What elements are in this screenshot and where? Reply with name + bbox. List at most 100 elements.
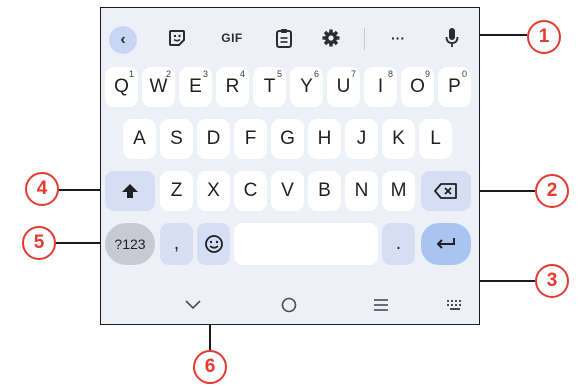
home-circle-icon [281,297,297,313]
key-q[interactable]: Q1 [105,67,138,107]
chevron-down-icon [185,300,201,310]
callout-3: 3 [535,264,569,298]
nav-keyboard-switch-button[interactable] [443,295,467,315]
key-hint: 2 [165,69,171,79]
voice-input-button[interactable] [439,25,465,51]
key-w[interactable]: W2 [142,67,175,107]
callout-6: 6 [193,350,227,384]
key-label: , [173,233,180,254]
key-b[interactable]: B [308,171,341,211]
key-label: V [281,180,294,201]
gear-icon [322,29,340,47]
key-hint: 9 [424,69,430,79]
key-hint: 8 [387,69,393,79]
key-r[interactable]: R4 [216,67,249,107]
key-c[interactable]: C [234,171,267,211]
backspace-key[interactable] [421,171,471,211]
symbols-key[interactable]: ?123 [105,223,155,265]
enter-key[interactable] [421,223,471,265]
key-label: B [318,180,331,201]
key-label: F [244,128,257,149]
key-label: W [149,76,168,97]
key-label: Y [300,76,313,97]
callout-number: 1 [538,26,550,47]
key-label: D [206,128,221,149]
more-button[interactable]: ··· [385,25,411,51]
key-x[interactable]: X [197,171,230,211]
key-z[interactable]: Z [160,171,193,211]
menu-icon [374,299,388,311]
callout-number: 6 [204,356,216,377]
key-label: R [225,76,240,97]
key-s[interactable]: S [160,119,193,159]
key-hint: 3 [202,69,208,79]
emoji-key[interactable] [197,223,230,265]
key-hint: 4 [239,69,245,79]
key-hint: 7 [350,69,356,79]
key-label: P [448,76,461,97]
emoji-icon [204,235,223,253]
key-label: A [133,128,146,149]
toolbar-back-button[interactable]: ‹ [109,26,137,54]
key-hint: 0 [461,69,467,79]
settings-button[interactable] [318,25,344,51]
callout-number: 3 [546,270,558,291]
key-m[interactable]: M [382,171,415,211]
key-label: O [410,76,425,97]
key-label: I [377,76,384,97]
sticker-icon [169,30,185,46]
key-o[interactable]: O9 [401,67,434,107]
keyboard-panel: ‹ GIF ··· Q 1 W 2 E 3 R 4 T 5 Y 6 U 7 I … [100,7,480,325]
key-h[interactable]: H [308,119,341,159]
key-a[interactable]: A [123,119,156,159]
key-g[interactable]: G [271,119,304,159]
key-hint: 1 [128,69,134,79]
comma-key[interactable]: , [160,223,193,265]
key-f[interactable]: F [234,119,267,159]
backspace-icon [434,183,457,199]
key-k[interactable]: K [382,119,415,159]
key-label: X [207,180,220,201]
key-u[interactable]: U7 [327,67,360,107]
space-key[interactable] [234,223,378,265]
nav-menu-button[interactable] [369,295,393,315]
key-label: H [317,128,332,149]
gif-button[interactable]: GIF [217,25,247,51]
key-v[interactable]: V [271,171,304,211]
key-t[interactable]: T5 [253,67,286,107]
key-n[interactable]: N [345,171,378,211]
clipboard-button[interactable] [271,25,297,51]
key-label: E [189,76,202,97]
key-label: J [356,128,367,149]
key-label: S [170,128,183,149]
key-label: Q [114,76,129,97]
nav-home-button[interactable] [277,295,301,315]
key-i[interactable]: I8 [364,67,397,107]
callout-1: 1 [527,20,561,54]
key-d[interactable]: D [197,119,230,159]
key-p[interactable]: P0 [438,67,471,107]
toolbar-divider [364,28,365,50]
key-j[interactable]: J [345,119,378,159]
gif-label: GIF [221,31,243,45]
shift-icon [122,184,138,198]
enter-icon [436,238,455,249]
sticker-button[interactable] [164,25,190,51]
more-icon: ··· [391,30,405,46]
key-e[interactable]: E3 [179,67,212,107]
key-y[interactable]: Y6 [290,67,323,107]
callout-5: 5 [22,226,56,260]
key-label: M [390,180,407,201]
period-key[interactable]: . [382,223,415,265]
key-label: C [243,180,258,201]
chevron-left-icon: ‹ [120,31,126,48]
callout-2: 2 [535,174,569,208]
key-hint: 6 [313,69,319,79]
callout-4: 4 [25,172,59,206]
nav-hide-keyboard-button[interactable] [181,295,205,315]
key-label: T [263,76,276,97]
callout-number: 2 [546,180,558,201]
shift-key[interactable] [105,171,155,211]
key-l[interactable]: L [419,119,452,159]
key-label: Z [170,180,183,201]
